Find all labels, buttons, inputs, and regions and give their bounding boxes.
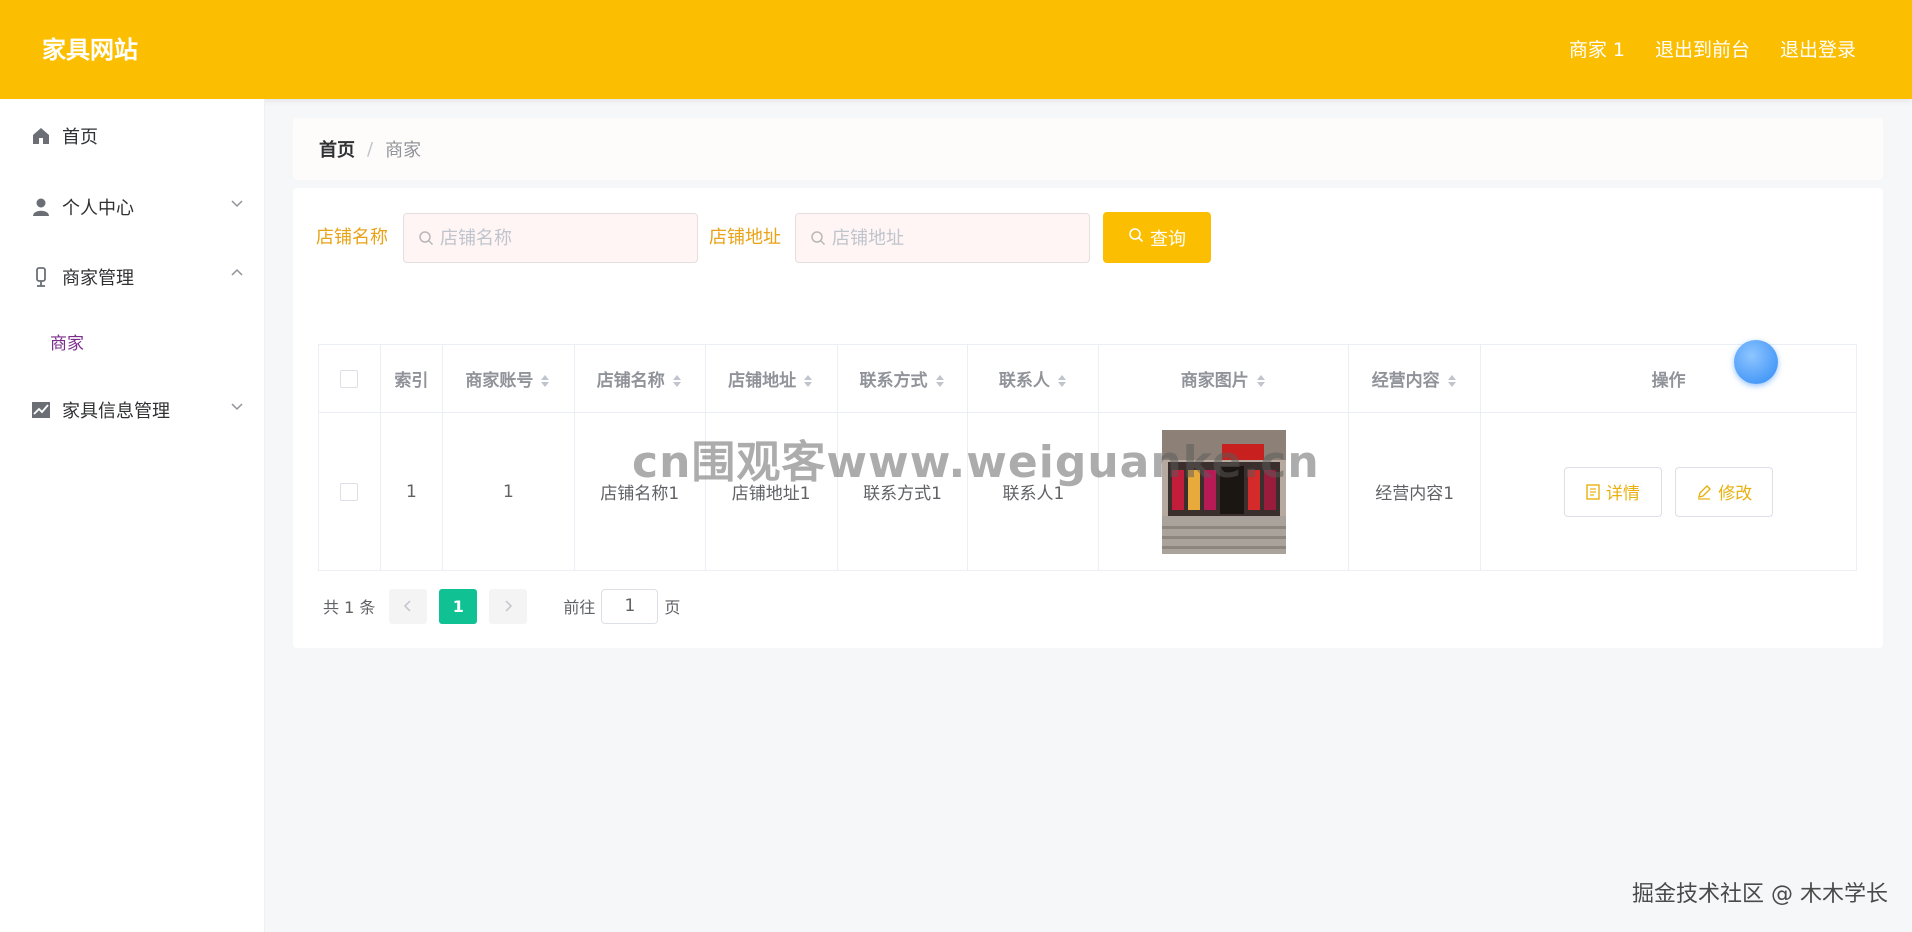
column-header-content[interactable]: 经营内容: [1348, 344, 1482, 413]
column-header-shop-name[interactable]: 店铺名称: [573, 344, 706, 413]
shop-address-input[interactable]: [832, 227, 1072, 249]
goto-page-input[interactable]: [601, 588, 659, 624]
cell-person: 联系人1: [967, 412, 1100, 571]
home-icon: [30, 125, 52, 147]
shop-photo[interactable]: [1161, 429, 1286, 554]
cell-index: 1: [379, 412, 443, 571]
shop-address-field[interactable]: [795, 213, 1090, 263]
column-header-person[interactable]: 联系人: [967, 344, 1100, 413]
next-page-button[interactable]: [489, 588, 528, 624]
document-icon: [1586, 483, 1600, 500]
merchant-table: 索引 商家账号 店铺名称 店铺地址 联系方式 联系人 商家图片 经营内容 操作 …: [318, 344, 1857, 571]
sidebar-item-label: 个人中心: [62, 198, 134, 219]
table-header-row: 索引 商家账号 店铺名称 店铺地址 联系方式 联系人 商家图片 经营内容 操作: [318, 344, 1857, 413]
mic-icon: [30, 266, 52, 288]
breadcrumb-current: 商家: [385, 140, 422, 161]
table-row: 1 1 店铺名称1 店铺地址1 联系方式1 联系人1 经营内容1 详情 修改: [318, 412, 1857, 571]
user-icon: [30, 196, 52, 218]
search-icon: [810, 230, 826, 246]
select-all-cell: [318, 344, 381, 413]
header-links: 商家 1 退出到前台 退出登录: [1569, 36, 1856, 64]
sort-icon[interactable]: [1255, 373, 1267, 389]
current-user-link[interactable]: 商家 1: [1569, 36, 1625, 64]
pagination: 共 1 条 1 前往 页: [323, 588, 680, 624]
sort-icon[interactable]: [1446, 373, 1458, 389]
edit-icon: [1698, 484, 1712, 500]
edit-button[interactable]: 修改: [1675, 466, 1774, 517]
logout-link[interactable]: 退出登录: [1780, 36, 1856, 64]
cell-content: 经营内容1: [1348, 412, 1482, 571]
row-select-cell: [318, 412, 381, 571]
breadcrumb: 首页 / 商家: [293, 118, 1883, 180]
column-header-index: 索引: [379, 344, 443, 413]
chevron-up-icon: [231, 267, 243, 282]
breadcrumb-separator: /: [367, 138, 374, 160]
cell-contact: 联系方式1: [836, 412, 969, 571]
detail-button-label: 详情: [1605, 484, 1640, 504]
sidebar-item-label: 商家管理: [62, 268, 134, 289]
cell-account: 1: [441, 412, 575, 571]
chevron-down-icon: [231, 197, 243, 212]
column-header-image[interactable]: 商家图片: [1098, 344, 1350, 413]
top-header: 家具网站 商家 1 退出到前台 退出登录: [0, 0, 1912, 99]
chevron-left-icon: [404, 600, 411, 612]
edit-button-label: 修改: [1718, 484, 1753, 504]
sidebar-subitem-merchant[interactable]: 商家: [0, 316, 265, 366]
chevron-down-icon: [231, 400, 243, 415]
row-checkbox[interactable]: [340, 482, 359, 501]
search-icon: [418, 230, 434, 246]
floating-badge-icon[interactable]: [1734, 340, 1778, 384]
sidebar-item-profile[interactable]: 个人中心: [0, 182, 265, 232]
cell-actions: 详情 修改: [1480, 412, 1857, 571]
column-header-account[interactable]: 商家账号: [441, 344, 575, 413]
column-header-shop-address[interactable]: 店铺地址: [704, 344, 838, 413]
sidebar-subitem-label: 商家: [50, 333, 84, 354]
column-header-contact[interactable]: 联系方式: [836, 344, 969, 413]
sidebar-item-label: 家具信息管理: [62, 401, 170, 422]
column-header-actions: 操作: [1480, 344, 1857, 413]
sort-icon[interactable]: [934, 373, 946, 389]
cell-shop-name: 店铺名称1: [573, 412, 706, 571]
shop-name-input[interactable]: [440, 227, 680, 249]
pagination-total: 共 1 条: [323, 598, 376, 617]
chevron-right-icon: [505, 600, 513, 612]
sidebar-item-home[interactable]: 首页: [0, 111, 265, 161]
sort-icon[interactable]: [539, 373, 551, 389]
chart-icon: [30, 399, 52, 421]
sidebar-item-merchant-management[interactable]: 商家管理: [0, 252, 265, 302]
sort-icon[interactable]: [802, 373, 814, 389]
cell-image: [1098, 412, 1350, 571]
breadcrumb-home[interactable]: 首页: [319, 136, 355, 162]
shop-name-field[interactable]: [403, 213, 698, 263]
shop-address-label: 店铺地址: [709, 227, 781, 248]
sidebar-item-furniture-management[interactable]: 家具信息管理: [0, 385, 265, 435]
back-to-front-link[interactable]: 退出到前台: [1655, 36, 1750, 64]
sort-icon[interactable]: [671, 373, 683, 389]
query-button[interactable]: 查询: [1103, 212, 1211, 263]
site-logo[interactable]: 家具网站: [42, 34, 138, 66]
sort-icon[interactable]: [1056, 373, 1068, 389]
query-button-label: 查询: [1150, 228, 1186, 250]
goto-label: 前往: [563, 598, 596, 617]
current-page-button[interactable]: 1: [439, 588, 478, 624]
shop-name-label: 店铺名称: [316, 227, 388, 248]
search-icon: [1128, 227, 1144, 248]
page-suffix: 页: [664, 598, 681, 617]
cell-shop-address: 店铺地址1: [704, 412, 838, 571]
select-all-checkbox[interactable]: [340, 369, 359, 388]
detail-button[interactable]: 详情: [1563, 466, 1662, 517]
prev-page-button[interactable]: [389, 588, 428, 624]
sidebar-item-label: 首页: [62, 127, 98, 148]
sidebar: 首页 个人中心 商家管理 商家 家具信息管理: [0, 99, 265, 932]
footer-watermark: 掘金技术社区 @ 木木学长: [1632, 882, 1888, 907]
